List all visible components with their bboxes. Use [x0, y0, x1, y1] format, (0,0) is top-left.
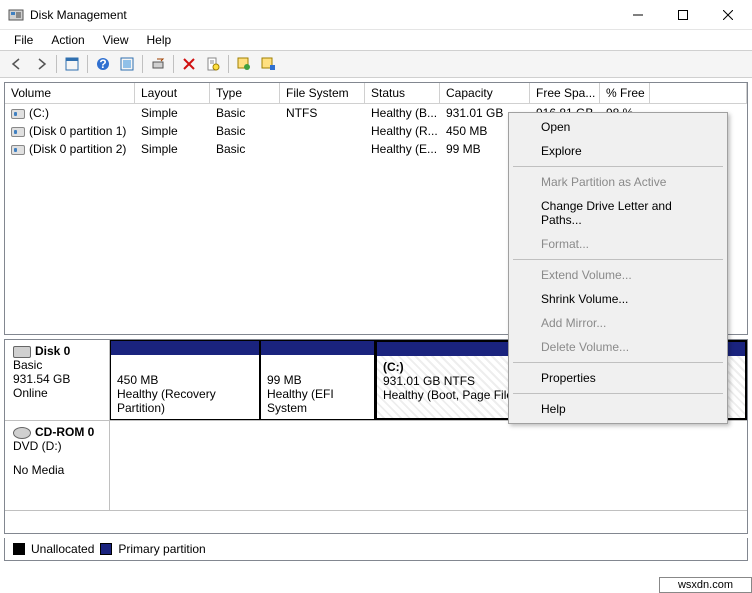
col-filesystem[interactable]: File System — [280, 83, 365, 103]
ctx-extend: Extend Volume... — [511, 263, 725, 287]
properties-button[interactable] — [202, 53, 224, 75]
ctx-explore[interactable]: Explore — [511, 139, 725, 163]
menubar: File Action View Help — [0, 30, 752, 50]
disk-info[interactable]: Disk 0 Basic 931.54 GB Online — [5, 340, 110, 420]
drive-icon — [11, 109, 25, 119]
help-button[interactable]: ? — [92, 53, 114, 75]
volume-name: (C:) — [29, 106, 49, 120]
ctx-mark-active: Mark Partition as Active — [511, 170, 725, 194]
ctx-delete: Delete Volume... — [511, 335, 725, 359]
col-capacity[interactable]: Capacity — [440, 83, 530, 103]
col-spacer — [650, 83, 747, 103]
titlebar: Disk Management — [0, 0, 752, 30]
volume-name: (Disk 0 partition 2) — [29, 142, 126, 156]
partition-size: 99 MB — [267, 373, 368, 387]
primary-swatch — [100, 543, 112, 555]
cdrom-type: DVD (D:) — [13, 439, 101, 453]
unallocated-swatch — [13, 543, 25, 555]
new-volume-button[interactable] — [233, 53, 255, 75]
menu-file[interactable]: File — [6, 31, 41, 49]
back-button[interactable] — [6, 53, 28, 75]
toolbar: ? — [0, 50, 752, 78]
settings-button[interactable] — [257, 53, 279, 75]
ctx-mirror: Add Mirror... — [511, 311, 725, 335]
col-volume[interactable]: Volume — [5, 83, 135, 103]
disk-status: Online — [13, 386, 101, 400]
col-type[interactable]: Type — [210, 83, 280, 103]
window-title: Disk Management — [30, 8, 615, 22]
rescan-button[interactable] — [147, 53, 169, 75]
menu-action[interactable]: Action — [43, 31, 92, 49]
forward-button[interactable] — [30, 53, 52, 75]
context-menu: Open Explore Mark Partition as Active Ch… — [508, 112, 728, 424]
partition-recovery[interactable]: 450 MB Healthy (Recovery Partition) — [110, 340, 260, 420]
disk-type: Basic — [13, 358, 101, 372]
volume-list-header: Volume Layout Type File System Status Ca… — [5, 83, 747, 104]
cdrom-status: No Media — [13, 463, 101, 477]
col-layout[interactable]: Layout — [135, 83, 210, 103]
col-status[interactable]: Status — [365, 83, 440, 103]
cdrom-info[interactable]: CD-ROM 0 DVD (D:) No Media — [5, 421, 110, 510]
col-percent-free[interactable]: % Free — [600, 83, 650, 103]
refresh-button[interactable] — [116, 53, 138, 75]
col-free-space[interactable]: Free Spa... — [530, 83, 600, 103]
disk-size: 931.54 GB — [13, 372, 101, 386]
menu-view[interactable]: View — [95, 31, 137, 49]
footer-label: wsxdn.com — [659, 577, 752, 593]
ctx-open[interactable]: Open — [511, 115, 725, 139]
ctx-format: Format... — [511, 232, 725, 256]
svg-text:?: ? — [99, 57, 106, 71]
ctx-properties[interactable]: Properties — [511, 366, 725, 390]
ctx-change-letter[interactable]: Change Drive Letter and Paths... — [511, 194, 725, 232]
drive-icon — [11, 145, 25, 155]
maximize-button[interactable] — [660, 0, 705, 29]
minimize-button[interactable] — [615, 0, 660, 29]
partition-status: Healthy (EFI System — [267, 387, 368, 415]
view-button[interactable] — [61, 53, 83, 75]
volume-name: (Disk 0 partition 1) — [29, 124, 126, 138]
partition-size: 450 MB — [117, 373, 253, 387]
ctx-shrink[interactable]: Shrink Volume... — [511, 287, 725, 311]
cdrom-icon — [13, 427, 31, 439]
drive-icon — [11, 127, 25, 137]
legend: Unallocated Primary partition — [4, 538, 748, 561]
ctx-help[interactable]: Help — [511, 397, 725, 421]
close-button[interactable] — [705, 0, 750, 29]
legend-unallocated: Unallocated — [31, 542, 94, 556]
disk-row: CD-ROM 0 DVD (D:) No Media — [5, 421, 747, 511]
disk-icon — [13, 346, 31, 358]
app-icon — [8, 7, 24, 23]
partition-efi[interactable]: 99 MB Healthy (EFI System — [260, 340, 375, 420]
disk-name: Disk 0 — [35, 344, 70, 358]
partition-status: Healthy (Recovery Partition) — [117, 387, 253, 415]
cdrom-name: CD-ROM 0 — [35, 425, 94, 439]
menu-help[interactable]: Help — [139, 31, 180, 49]
delete-button[interactable] — [178, 53, 200, 75]
legend-primary: Primary partition — [118, 542, 205, 556]
